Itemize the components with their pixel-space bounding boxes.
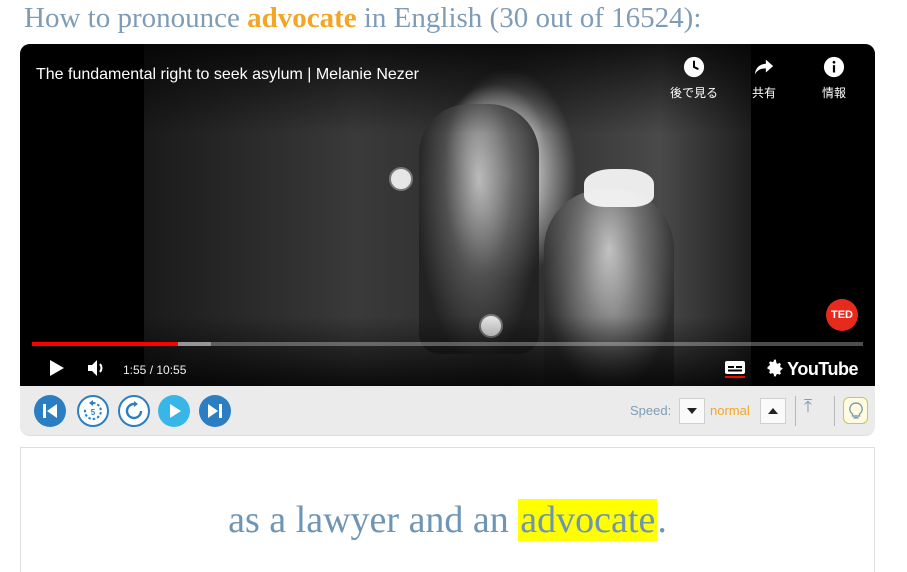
share-icon: [754, 59, 774, 75]
info-icon: [823, 56, 845, 78]
replay-button[interactable]: [118, 395, 150, 427]
sentence-before: as a lawyer and an: [228, 499, 519, 541]
lightbulb-icon: [848, 401, 863, 419]
settings-gear-icon[interactable]: [765, 358, 785, 378]
replay-icon: [125, 401, 143, 420]
caret-up-icon: [768, 408, 778, 414]
youtube-logo[interactable]: YouTube: [787, 359, 858, 380]
next-clip-button[interactable]: [199, 395, 231, 427]
toolbar-divider: [834, 396, 835, 426]
share-label: 共有: [751, 86, 776, 100]
clock-icon: [683, 56, 705, 78]
hint-button[interactable]: [843, 397, 868, 424]
player-controls: 1:55 / 10:55 YouTube: [20, 350, 875, 386]
example-sentence: as a lawyer and an advocate.: [21, 498, 874, 542]
ted-logo[interactable]: TED: [826, 299, 858, 331]
share-button[interactable]: 共有: [737, 56, 791, 101]
progress-bar[interactable]: [32, 342, 863, 346]
scroll-top-button[interactable]: ⤒: [804, 396, 812, 417]
video-badge: [389, 167, 413, 191]
info-button[interactable]: 情報: [807, 56, 861, 101]
video-player[interactable]: The fundamental right to seek asylum | M…: [20, 44, 875, 386]
rewind-5-icon: 5: [83, 400, 102, 420]
sentence-after: .: [657, 499, 667, 541]
video-bow: [584, 169, 654, 207]
watch-later-button[interactable]: 後で見る: [667, 56, 721, 101]
play-triangle-icon: [170, 404, 181, 418]
speed-increase-button[interactable]: [760, 398, 786, 424]
top-actions: 後で見る 共有 情報: [667, 56, 861, 101]
heading-prefix: How to pronounce: [24, 2, 248, 34]
caret-down-icon: [687, 408, 697, 414]
volume-icon[interactable]: [86, 358, 108, 378]
sentence-highlight: advocate: [518, 499, 658, 541]
pronunciation-toolbar: 5 Speed: normal ⤒: [20, 386, 875, 436]
speed-value: normal: [710, 403, 750, 418]
speed-label: Speed:: [630, 403, 672, 418]
watch-later-label: 後で見る: [669, 86, 718, 100]
time-display: 1:55 / 10:55: [123, 363, 187, 377]
video-title[interactable]: The fundamental right to seek asylum | M…: [36, 66, 419, 84]
skip-to-start-icon: [43, 404, 57, 418]
first-clip-button[interactable]: [34, 395, 66, 427]
info-label: 情報: [821, 86, 846, 100]
captions-icon[interactable]: [724, 360, 746, 378]
toolbar-divider: [795, 396, 796, 426]
heading-suffix: in English (30 out of 16524):: [356, 2, 702, 34]
speed-decrease-button[interactable]: [679, 398, 705, 424]
skip-to-end-icon: [208, 404, 222, 418]
rewind-5-button[interactable]: 5: [77, 395, 109, 427]
progress-played: [32, 342, 179, 346]
heading-keyword: advocate: [247, 2, 357, 34]
svg-text:5: 5: [91, 408, 96, 417]
example-sentence-box: as a lawyer and an advocate.: [20, 447, 875, 572]
play-button[interactable]: [158, 395, 190, 427]
play-icon[interactable]: [46, 358, 66, 378]
page-heading: How to pronounce advocate in English (30…: [24, 2, 701, 35]
